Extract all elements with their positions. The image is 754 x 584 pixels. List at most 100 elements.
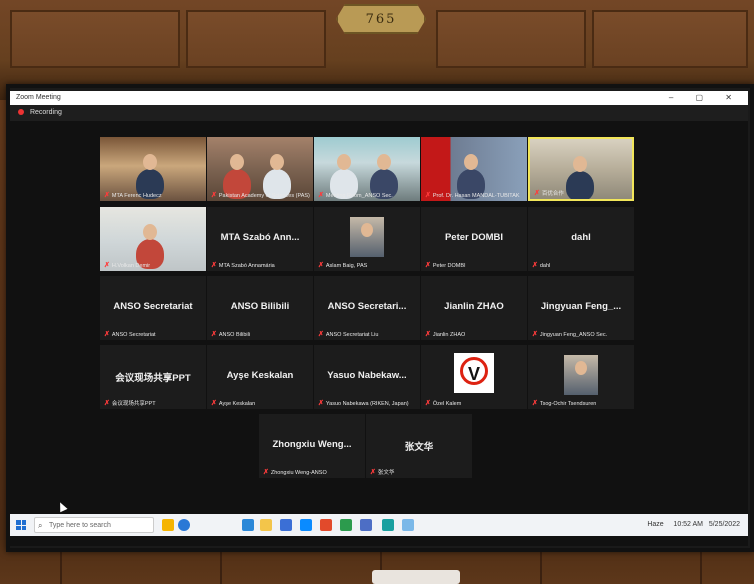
mic-muted-icon: ✗ [425, 192, 431, 199]
participant-display-name: ANSO Bilibili [230, 301, 290, 312]
mic-muted-icon: ✗ [425, 331, 431, 338]
participant-display-name: Jianlin ZHAO [444, 301, 504, 312]
participant-caption-text: ANSO Secretariat [111, 332, 156, 338]
participant-caption: ✗ ANSO Bilibili [211, 330, 250, 338]
weather-text: Haze [647, 521, 664, 528]
participant-caption: ✗ Peter DOMBI [425, 261, 466, 269]
participant-tile[interactable]: ✗ Meeting Room_ANSO Sec. [314, 137, 420, 201]
participant-tile[interactable]: ✗ 百优合作 [528, 137, 634, 201]
clock-date: 5/25/2022 [708, 521, 740, 528]
participant-caption: ✗ H.Volkan Demir [104, 261, 150, 269]
wall-panel [186, 10, 326, 68]
participant-tile[interactable]: ✗ Pakistan Academy of Sciences (PAS) [207, 137, 313, 201]
search-icon: ⌕ [38, 521, 43, 530]
participant-head [464, 154, 478, 170]
taskbar-app-icon[interactable] [402, 519, 414, 531]
participant-tile[interactable]: ANSO Bilibili ✗ ANSO Bilibili [207, 276, 313, 340]
participant-tile[interactable]: Jingyuan Feng_... ✗ Jingyuan Feng_ANSO Sec… [528, 276, 634, 340]
participant-tile[interactable]: ✗ Tsog-Ochir Tsendsuren [528, 345, 634, 409]
participant-caption: ✗ ANSO Secretariat [104, 330, 156, 338]
mic-muted-icon: ✗ [532, 331, 538, 338]
participant-display-name: Ayşe Keskalan [226, 370, 294, 381]
participant-display-name: Peter DOMBI [444, 232, 504, 243]
participant-tile[interactable]: Yasuo Nabekaw... ✗ Yasuo Nabekawa (RIKEN, … [314, 345, 420, 409]
participant-head [270, 154, 284, 170]
participant-caption: ✗ Tsog-Ochir Tsendsuren [532, 399, 596, 407]
participant-caption-text: 会议现场共享PPT [111, 401, 156, 407]
room-number-plaque: 765 [336, 4, 426, 34]
mic-muted-icon: ✗ [425, 262, 431, 269]
window-controls[interactable]: – ▢ ✕ [669, 91, 742, 105]
wall-panel [592, 10, 748, 68]
participant-caption: ✗ Prof. Dr. Hasan MANDAL-TUBITAK [425, 191, 520, 199]
participant-caption: ✗ Yasuo Nabekawa (RIKEN, Japan) [318, 399, 409, 407]
system-tray[interactable]: Haze 10:52 AM 5/25/2022 [647, 514, 740, 536]
taskbar-app-icon[interactable] [178, 519, 190, 531]
participant-tile[interactable]: Zhongxiu Weng... ✗ Zhongxiu Weng-ANSO [259, 414, 365, 478]
clock-time: 10:52 AM [673, 521, 703, 528]
participant-tile[interactable]: ANSO Secretari... ✗ ANSO Secretariat Liu [314, 276, 420, 340]
taskbar-app-icon[interactable] [280, 519, 292, 531]
mic-muted-icon: ✗ [211, 331, 217, 338]
participant-tile[interactable]: 会议现场共享PPT ✗ 会议现场共享PPT [100, 345, 206, 409]
zoom-screen: Zoom Meeting – ▢ ✕ Recording ✗ MTA Ferenc… [10, 91, 748, 546]
participant-caption: ✗ Aslam Baig, PAS [318, 261, 367, 269]
participant-tile[interactable]: MTA Szabó Ann... ✗ MTA Szabó Annamária [207, 207, 313, 271]
taskbar-search-input[interactable]: ⌕ Type here to search [34, 517, 154, 533]
participant-display-name: Jingyuan Feng_... [540, 301, 622, 312]
mic-muted-icon: ✗ [104, 331, 110, 338]
participant-figure [566, 171, 594, 199]
mic-muted-icon: ✗ [370, 469, 376, 476]
mic-muted-icon: ✗ [211, 400, 217, 407]
participant-tile[interactable]: ✗ MTA Ferenc Hudecz [100, 137, 206, 201]
mic-muted-icon: ✗ [318, 192, 324, 199]
mic-muted-icon: ✗ [318, 400, 324, 407]
participant-head [230, 154, 244, 170]
participant-tile[interactable]: dahl ✗ dahl [528, 207, 634, 271]
participant-caption-text: Özel Kalem [432, 401, 462, 407]
paper-sheet [372, 570, 460, 584]
participant-caption-text: Pakistan Academy of Sciences (PAS) [218, 193, 310, 199]
participant-tile[interactable]: V ✗ Özel Kalem [421, 345, 527, 409]
participant-head [575, 361, 587, 375]
folder-icon[interactable] [260, 519, 272, 531]
participant-tile[interactable]: ✗ Prof. Dr. Hasan MANDAL-TUBITAK [421, 137, 527, 201]
participant-tile[interactable]: Ayşe Keskalan ✗ Ayşe Keskalan [207, 345, 313, 409]
taskbar-app-icon[interactable] [360, 519, 372, 531]
participant-head [573, 156, 587, 172]
participant-caption-text: Meeting Room_ANSO Sec. [325, 193, 393, 199]
taskbar-app-icon[interactable] [162, 519, 174, 531]
search-placeholder: Type here to search [49, 522, 111, 529]
participant-caption: ✗ MTA Szabó Annamária [211, 261, 275, 269]
mic-muted-icon: ✗ [532, 400, 538, 407]
participant-display-name: ANSO Secretari... [327, 301, 407, 312]
participant-tile[interactable]: Peter DOMBI ✗ Peter DOMBI [421, 207, 527, 271]
wechat-icon[interactable] [340, 519, 352, 531]
zoom-icon[interactable] [300, 519, 312, 531]
participant-caption-text: Peter DOMBI [432, 263, 466, 269]
window-titlebar: Zoom Meeting – ▢ ✕ [10, 91, 748, 105]
participant-caption-text: MTA Szabó Annamária [218, 263, 275, 269]
participant-tile[interactable]: ✗ Aslam Baig, PAS [314, 207, 420, 271]
participant-tile[interactable]: ANSO Secretariat ✗ ANSO Secretariat [100, 276, 206, 340]
participant-caption: ✗ Jianlin ZHAO [425, 330, 465, 338]
participant-tile[interactable]: Jianlin ZHAO ✗ Jianlin ZHAO [421, 276, 527, 340]
participant-head [377, 154, 391, 170]
mic-muted-icon: ✗ [104, 262, 110, 269]
participant-caption: ✗ Jingyuan Feng_ANSO Sec. [532, 330, 607, 338]
edge-icon[interactable] [242, 519, 254, 531]
participant-caption: ✗ 会议现场共享PPT [104, 399, 156, 407]
participant-caption-text: H.Volkan Demir [111, 263, 151, 269]
mouse-cursor-icon [56, 500, 68, 513]
participant-tile[interactable]: 张文华 ✗ 张文华 [366, 414, 472, 478]
participant-tile[interactable]: ✗ H.Volkan Demir [100, 207, 206, 271]
organization-logo: V [454, 353, 494, 393]
wall-panel [436, 10, 586, 68]
chrome-icon[interactable] [320, 519, 332, 531]
participant-caption-text: dahl [539, 263, 551, 269]
participant-display-name: 张文华 [404, 442, 434, 453]
windows-icon[interactable] [16, 520, 26, 530]
taskbar-app-icon[interactable] [382, 519, 394, 531]
participant-head [143, 224, 157, 240]
participant-caption-text: Ayşe Keskalan [218, 401, 256, 407]
